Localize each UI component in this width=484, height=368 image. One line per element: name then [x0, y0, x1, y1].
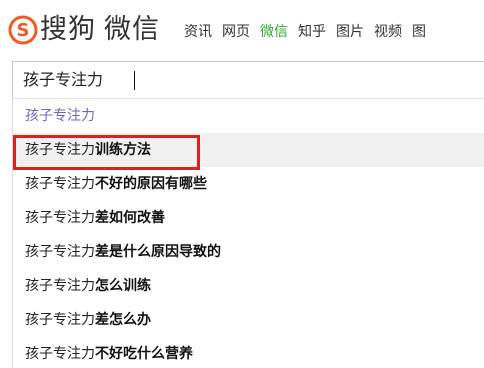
search-box[interactable] [12, 61, 484, 99]
suggestion-item[interactable]: 孩子专注力 [13, 99, 484, 133]
suggestion-prefix: 孩子专注力 [25, 108, 95, 124]
header: S 搜狗 微信 资讯 网页 微信 知乎 图片 视频 图 [0, 0, 484, 60]
suggestion-item[interactable]: 孩子专注力不好吃什么营养 [13, 337, 484, 368]
page: S 搜狗微信 资讯 网页 微信 知乎 图片 视频 图 孩子专注力 孩子专注力训练… [0, 0, 484, 368]
suggestion-suffix: 不好吃什么营养 [95, 346, 193, 362]
suggestion-prefix: 孩子专注力 [25, 346, 95, 362]
nav-video[interactable]: 视频 [374, 22, 402, 42]
suggestion-suffix: 怎么训练 [95, 278, 151, 294]
svg-text:S: S [17, 20, 30, 41]
logo-product: 微信 [104, 14, 160, 45]
nav-images[interactable]: 图片 [336, 22, 364, 42]
logo-brand: 搜狗 [40, 14, 96, 45]
logo-text: 搜狗 微信 [40, 12, 160, 48]
suggestion-suffix: 差是什么原因导致的 [95, 244, 221, 260]
nav-more[interactable]: 图 [412, 22, 426, 42]
sogou-weixin-logo[interactable]: S 搜狗 微信 [8, 12, 160, 48]
suggestion-item[interactable]: 孩子专注力差怎么办 [13, 303, 484, 337]
suggestion-dropdown: 孩子专注力 孩子专注力训练方法 孩子专注力不好的原因有哪些 孩子专注力差如何改善… [12, 98, 484, 368]
suggestion-item[interactable]: 孩子专注力差如何改善 [13, 201, 484, 235]
suggestion-item[interactable]: 孩子专注力训练方法 [13, 133, 484, 167]
suggestion-suffix: 差如何改善 [95, 210, 165, 226]
nav-weixin[interactable]: 微信 [260, 22, 288, 42]
suggestion-item[interactable]: 孩子专注力差是什么原因导致的 [13, 235, 484, 269]
search-input[interactable] [23, 62, 483, 98]
suggestion-suffix: 训练方法 [95, 142, 151, 158]
search-type-nav: 资讯 网页 微信 知乎 图片 视频 图 [184, 22, 436, 42]
sogou-logo-icon: S [8, 15, 38, 45]
suggestion-prefix: 孩子专注力 [25, 312, 95, 328]
suggestion-prefix: 孩子专注力 [25, 176, 95, 192]
suggestion-prefix: 孩子专注力 [25, 244, 95, 260]
suggestion-item[interactable]: 孩子专注力怎么训练 [13, 269, 484, 303]
nav-zhihu[interactable]: 知乎 [298, 22, 326, 42]
text-caret [134, 71, 135, 90]
suggestion-prefix: 孩子专注力 [25, 142, 95, 158]
suggestion-prefix: 孩子专注力 [25, 210, 95, 226]
nav-news[interactable]: 资讯 [184, 22, 212, 42]
suggestion-prefix: 孩子专注力 [25, 278, 95, 294]
suggestion-suffix: 差怎么办 [95, 312, 151, 328]
suggestion-item[interactable]: 孩子专注力不好的原因有哪些 [13, 167, 484, 201]
suggestion-suffix: 不好的原因有哪些 [95, 176, 207, 192]
nav-web[interactable]: 网页 [222, 22, 250, 42]
